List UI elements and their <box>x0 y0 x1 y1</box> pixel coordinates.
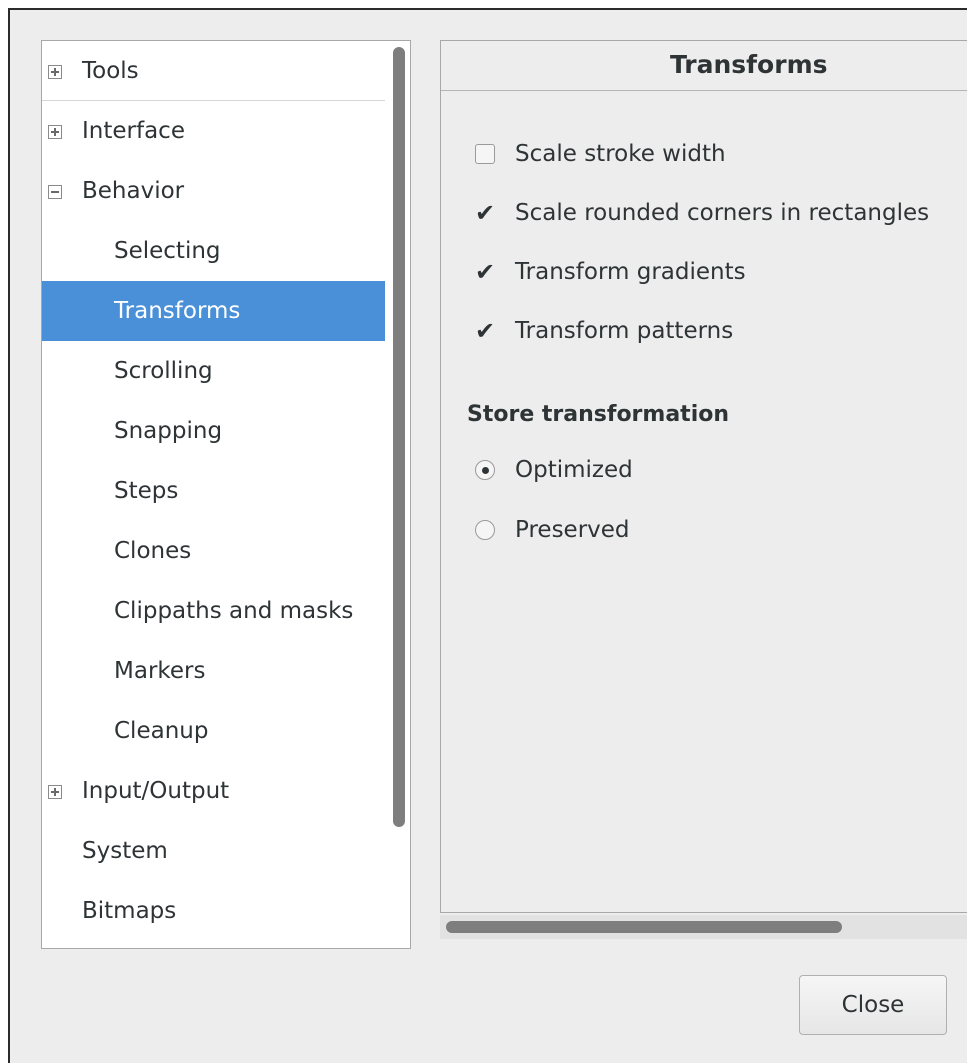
radio-selected-icon[interactable] <box>475 460 495 480</box>
radio-label: Preserved <box>515 517 630 543</box>
store-transformation-heading: Store transformation <box>467 402 730 427</box>
checkbox-unchecked-icon[interactable] <box>475 144 495 164</box>
tree-item-snapping[interactable]: Snapping <box>42 401 385 461</box>
checkmark-icon[interactable]: ✔ <box>475 314 495 348</box>
collapse-minus-icon[interactable] <box>48 185 62 199</box>
scrollbar-thumb[interactable] <box>446 921 842 933</box>
radio-unselected-icon[interactable] <box>475 520 495 540</box>
tree-item-label: Selecting <box>114 238 221 264</box>
tree-item-clippaths[interactable]: Clippaths and masks <box>42 581 385 641</box>
transforms-panel: Transforms Scale stroke width ✔ Scale ro… <box>440 40 967 913</box>
tree-vertical-scrollbar[interactable] <box>393 47 405 827</box>
tree-item-selecting[interactable]: Selecting <box>42 221 385 281</box>
tree-item-behavior[interactable]: Behavior <box>42 161 385 221</box>
tree-item-input-output[interactable]: Input/Output <box>42 761 385 821</box>
tree-item-steps[interactable]: Steps <box>42 461 385 521</box>
tree-item-cleanup[interactable]: Cleanup <box>42 701 385 761</box>
tree-item-interface[interactable]: Interface <box>42 101 385 161</box>
expand-plus-icon[interactable] <box>48 65 62 79</box>
expand-plus-icon[interactable] <box>48 785 62 799</box>
panel-horizontal-scrollbar[interactable] <box>440 915 967 939</box>
checkmark-icon[interactable]: ✔ <box>475 255 495 289</box>
tree-item-label: Cleanup <box>114 718 209 744</box>
checkmark-icon[interactable]: ✔ <box>475 196 495 230</box>
checkbox-label: Transform gradients <box>515 259 746 285</box>
tree-item-label: Steps <box>114 478 179 504</box>
preferences-dialog: Tools Interface Behavior Selecting Trans… <box>8 8 967 1063</box>
tree-item-transforms[interactable]: Transforms <box>42 281 385 341</box>
tree-item-scrolling[interactable]: Scrolling <box>42 341 385 401</box>
preferences-tree: Tools Interface Behavior Selecting Trans… <box>41 40 411 949</box>
tree-item-label: Scrolling <box>114 358 213 384</box>
tree-item-system[interactable]: System <box>42 821 385 881</box>
tree-item-label: Input/Output <box>82 778 230 804</box>
checkbox-label: Scale stroke width <box>515 141 726 167</box>
tree-item-bitmaps[interactable]: Bitmaps <box>42 881 385 941</box>
tree-item-tools[interactable]: Tools <box>42 41 385 101</box>
checkbox-label: Transform patterns <box>515 318 734 344</box>
tree-item-clones[interactable]: Clones <box>42 521 385 581</box>
radio-label: Optimized <box>515 457 633 483</box>
tree-item-label: Behavior <box>82 178 185 204</box>
tree-item-label: Snapping <box>114 418 223 444</box>
tree-item-label: Clippaths and masks <box>114 598 354 624</box>
tree-item-label: Tools <box>82 58 139 84</box>
panel-title: Transforms <box>670 50 828 79</box>
tree-item-label: Bitmaps <box>82 898 177 924</box>
panel-header: Transforms <box>441 41 967 91</box>
tree-item-label: Clones <box>114 538 192 564</box>
close-button[interactable]: Close <box>799 975 947 1035</box>
tree-item-label: System <box>82 838 168 864</box>
tree-item-markers[interactable]: Markers <box>42 641 385 701</box>
tree-item-label: Transforms <box>114 298 241 324</box>
tree-item-label: Interface <box>82 118 185 144</box>
expand-plus-icon[interactable] <box>48 125 62 139</box>
tree-item-label: Markers <box>114 658 206 684</box>
checkbox-label: Scale rounded corners in rectangles <box>515 200 930 226</box>
